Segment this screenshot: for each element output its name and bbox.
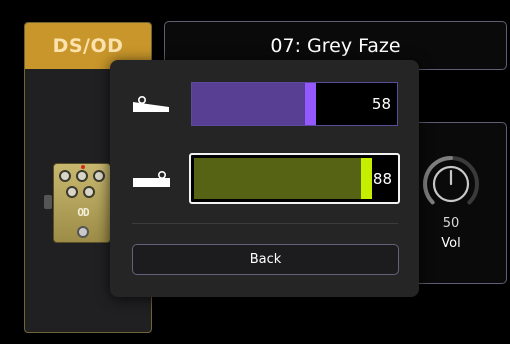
expression-2-slider[interactable]: 88 [189,153,400,204]
expression-2-handle[interactable] [361,158,372,199]
pedal-jack-icon [44,195,52,209]
expression-2-value: 88 [372,169,392,188]
pedal-knob-icon [93,170,105,182]
expression-1-value: 58 [371,95,391,113]
pedal-knob-icon [59,170,71,182]
preset-name: 07: Grey Faze [270,34,401,57]
expression-1-slider[interactable]: 58 [191,82,398,126]
pedal-knob-icon [66,186,78,198]
expression-pedal-heel-icon [133,95,169,112]
pedal-knob-icon [76,170,88,182]
pedal-led-icon [81,165,85,169]
back-button[interactable]: Back [132,244,399,275]
expression-pedal-toe-icon [133,170,170,187]
expression-pedal-dialog: 58 88 Back [110,60,419,297]
divider [132,223,398,224]
expression-1-fill [192,83,305,125]
volume-knob-icon[interactable] [418,151,484,217]
expression-2-fill [194,158,361,199]
pedal-knob-icon [83,186,95,198]
expression-2-track: 88 [194,158,395,199]
footswitch-icon [77,226,89,238]
expression-1-handle[interactable] [305,83,316,125]
pedal-model-label: OD [77,206,89,219]
overdrive-pedal-image[interactable]: OD [53,163,111,243]
back-button-label: Back [249,252,282,267]
